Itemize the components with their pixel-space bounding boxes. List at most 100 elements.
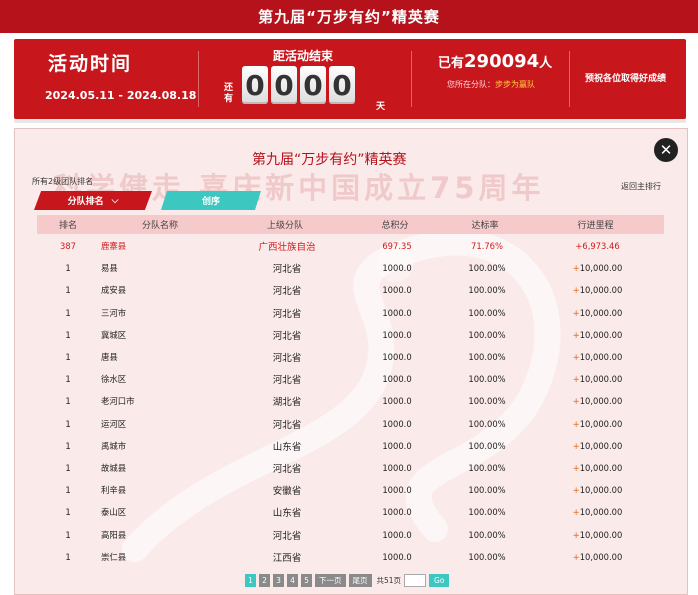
distance-cell: +10,000.00 — [572, 374, 623, 385]
score-cell: 1000.0 — [382, 440, 412, 451]
score-cell: 1000.0 — [382, 462, 412, 473]
tab-personal[interactable]: 创序 — [161, 191, 261, 210]
rank-cell: 1 — [65, 507, 71, 518]
close-button[interactable]: ✕ — [654, 138, 678, 162]
page-button[interactable]: 4 — [287, 574, 298, 587]
page-title: 第九届“万步有约”精英赛 — [258, 8, 440, 26]
countdown-digit: 0 — [329, 66, 355, 104]
team-name-cell: 泰山区 — [101, 507, 127, 518]
banner-divider — [198, 51, 199, 107]
last-page-button[interactable]: 尾页 — [348, 574, 372, 587]
chevron-down-icon: ⌵ — [111, 195, 119, 206]
table-row: 1 徐水区 河北省 1000.0 100.00% +10,000.00 — [37, 368, 664, 390]
team-prefix: 您所在分队： — [447, 80, 495, 89]
team-name-cell: 禹城市 — [101, 440, 127, 451]
banner-divider — [569, 51, 570, 107]
rate-cell: 100.00% — [468, 529, 506, 540]
score-cell: 1000.0 — [382, 374, 412, 385]
rate-cell: 100.00% — [468, 285, 506, 296]
countdown-digit: 0 — [271, 66, 297, 104]
participant-suffix: 人 — [539, 56, 553, 71]
back-to-main-ranking-link[interactable]: 返回主排行 — [621, 181, 661, 192]
tab-team-ranking[interactable]: 分队排名 ⌵ — [34, 191, 152, 210]
rank-cell: 1 — [65, 396, 71, 407]
table-row: 1 易县 河北省 1000.0 100.00% +10,000.00 — [37, 257, 664, 279]
ranking-panel: 科学健走 喜庆新中国成立75周年 第九届“万步有约”精英赛 ✕ 所有2级团队排名… — [14, 128, 688, 595]
distance-cell: +10,000.00 — [572, 418, 623, 429]
distance-cell: +10,000.00 — [572, 329, 623, 340]
team-name-cell: 鹿寨县 — [101, 241, 127, 252]
rank-cell: 1 — [65, 263, 71, 274]
distance-cell: +10,000.00 — [572, 462, 623, 473]
next-page-button[interactable]: 下一页 — [315, 574, 346, 587]
column-header-rank: 排名 — [58, 221, 77, 231]
column-header-team: 分队名称 — [141, 221, 178, 231]
team-name-cell: 唐县 — [101, 352, 118, 363]
team-name-cell: 运河区 — [101, 418, 127, 429]
score-cell: 1000.0 — [382, 507, 412, 518]
rank-cell: 1 — [65, 329, 71, 340]
ranking-table-body: 387 鹿寨县 广西壮族自治 697.35 71.76% +6,973.46 1 易县 河北省 1… — [37, 235, 664, 568]
team-name-cell: 成安县 — [101, 285, 127, 296]
distance-cell: +10,000.00 — [572, 507, 623, 518]
rate-cell: 100.00% — [468, 329, 506, 340]
score-cell: 1000.0 — [382, 418, 412, 429]
column-header-rate: 达标率 — [471, 221, 499, 231]
rate-cell: 100.00% — [468, 307, 506, 318]
distance-cell: +10,000.00 — [572, 263, 623, 274]
team-name-cell: 崇仁县 — [101, 551, 127, 562]
current-team: 您所在分队：步步为赢队 — [447, 79, 535, 90]
remain-label: 还有 — [224, 83, 234, 104]
rank-cell: 387 — [60, 241, 76, 252]
rate-cell: 100.00% — [468, 551, 506, 562]
distance-cell: +10,000.00 — [572, 551, 623, 562]
tab-team-label: 分队排名 — [67, 197, 104, 207]
page-button[interactable]: 3 — [273, 574, 284, 587]
page-button[interactable]: 2 — [259, 574, 270, 587]
rate-cell: 100.00% — [468, 462, 506, 473]
countdown-digits: 0 0 0 0 — [242, 66, 355, 104]
rank-cell: 1 — [65, 352, 71, 363]
table-row: 1 高阳县 河北省 1000.0 100.00% +10,000.00 — [37, 523, 664, 545]
page-button[interactable]: 1 — [245, 574, 256, 587]
rank-cell: 1 — [65, 462, 71, 473]
distance-cell: +6,973.46 — [575, 241, 620, 252]
parent-team-cell: 河北省 — [272, 353, 302, 365]
rate-cell: 100.00% — [468, 263, 506, 274]
banner-shadow — [14, 119, 686, 123]
page-button[interactable]: 5 — [301, 574, 312, 587]
column-header-parent: 上级分队 — [266, 221, 303, 231]
score-cell: 1000.0 — [382, 307, 412, 318]
score-cell: 1000.0 — [382, 529, 412, 540]
team-name-cell: 故城县 — [101, 462, 127, 473]
parent-team-cell: 河北省 — [272, 286, 302, 298]
parent-team-cell: 山东省 — [272, 441, 302, 453]
parent-team-cell: 河北省 — [272, 530, 302, 542]
distance-cell: +10,000.00 — [572, 307, 623, 318]
team-name: 步步为赢队 — [495, 80, 535, 89]
score-cell: 1000.0 — [382, 263, 412, 274]
parent-team-cell: 河北省 — [272, 463, 302, 475]
page-jump-input[interactable] — [404, 574, 427, 587]
table-row: 387 鹿寨县 广西壮族自治 697.35 71.76% +6,973.46 — [37, 235, 664, 257]
score-cell: 1000.0 — [382, 352, 412, 363]
ranking-subtitle: 所有2级团队排名 — [32, 177, 94, 186]
rate-cell: 100.00% — [468, 374, 506, 385]
rate-cell: 71.76% — [471, 241, 503, 252]
activity-title: 活动时间 — [48, 53, 133, 75]
parent-team-cell: 河北省 — [272, 308, 302, 320]
banner-divider — [411, 51, 412, 107]
distance-cell: +10,000.00 — [572, 285, 623, 296]
team-name-cell: 徐水区 — [101, 374, 127, 385]
table-row: 1 崇仁县 江西省 1000.0 100.00% +10,000.00 — [37, 546, 664, 568]
parent-team-cell: 安徽省 — [272, 486, 302, 498]
days-label: 天 — [376, 102, 386, 112]
countdown-digit: 0 — [242, 66, 268, 104]
wish-text: 预祝各位取得好成绩 — [585, 74, 667, 84]
parent-team-cell: 山东省 — [272, 508, 302, 520]
go-button[interactable]: Go — [429, 574, 450, 587]
panel-title: 第九届“万步有约”精英赛 — [252, 152, 407, 168]
rank-cell: 1 — [65, 374, 71, 385]
parent-team-cell: 广西壮族自治 — [258, 242, 316, 254]
team-name-cell: 老河口市 — [101, 396, 135, 407]
